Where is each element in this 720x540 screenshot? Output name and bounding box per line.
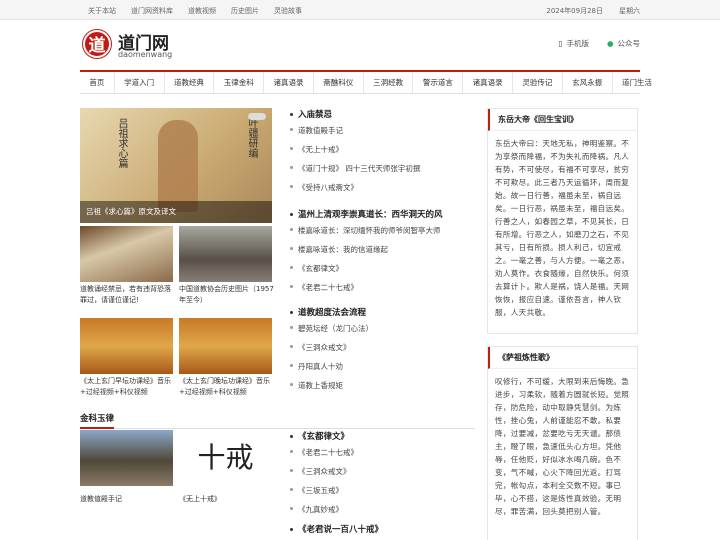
- date: 2024年09月28日: [546, 7, 603, 15]
- list-item[interactable]: 楼嘉咏道长：我的信道缘起: [290, 244, 443, 263]
- thumb-image[interactable]: [80, 318, 173, 374]
- list-item[interactable]: 道教值殿手记: [290, 125, 420, 144]
- list-item[interactable]: 碧苑坛经（龙门心法）: [290, 323, 373, 342]
- list-item[interactable]: 《九真妙戒》: [290, 504, 383, 523]
- thumb-image[interactable]: [80, 226, 173, 282]
- mobile-link[interactable]: ▯ 手机版: [558, 38, 589, 49]
- thumb-caption[interactable]: 道教诵经禁忌，若有违背恐落罪过，请谨位谨记!: [80, 284, 175, 306]
- nav-item[interactable]: 诸真语录: [463, 72, 514, 93]
- site-logo[interactable]: 道: [83, 30, 111, 58]
- nav-item[interactable]: 玉律金科: [214, 72, 265, 93]
- sidebar-box-1: 东岳大帝《回生宝训》 东岳大帝曰：天地无私，神明鉴察。不为享祭而降福，不为失礼而…: [487, 108, 638, 334]
- site-en-name: daomenwang: [118, 50, 173, 59]
- thumb-caption[interactable]: 中国道教协会历史图片（1957年至今）: [179, 284, 274, 306]
- top-link[interactable]: 道门网资料库: [131, 6, 173, 16]
- thumb-image[interactable]: [179, 226, 272, 282]
- list-title[interactable]: 温州上清观李崇真道长：西华洞天的风: [290, 208, 443, 225]
- thumb-caption[interactable]: 《无上十戒》: [179, 494, 274, 505]
- sidebar-box-title[interactable]: 东岳大帝《回生宝训》: [488, 109, 637, 131]
- thumb-caption[interactable]: 道教值殿手记: [80, 494, 175, 505]
- hero-caption[interactable]: 吕祖《求心篇》原文及译文: [80, 201, 272, 223]
- nav-item[interactable]: 道门生活: [613, 72, 662, 93]
- list-item[interactable]: 《玄都律文》: [290, 263, 443, 282]
- section-title-text: 金科玉律: [80, 414, 115, 429]
- top-bar: 关于本站 道门网资料库 道教视频 历史图片 灵验故事 2024年09月28日 星…: [0, 0, 720, 20]
- hero-figure: [158, 120, 198, 212]
- list-item[interactable]: 《老君二十七戒》: [290, 282, 443, 301]
- nav-item[interactable]: 首页: [80, 72, 115, 93]
- weekday: 星期六: [619, 7, 640, 15]
- list-title[interactable]: 入庙禁忌: [290, 108, 420, 125]
- top-link[interactable]: 历史图片: [231, 6, 259, 16]
- slider-dots[interactable]: [248, 113, 266, 120]
- top-link[interactable]: 灵验故事: [274, 6, 302, 16]
- section-title[interactable]: 金科玉律: [80, 412, 475, 429]
- wechat-icon: ●: [606, 39, 614, 48]
- thumb-image[interactable]: 十戒: [179, 430, 272, 486]
- list-item[interactable]: 《老君二十七戒》: [290, 447, 383, 466]
- nav-item[interactable]: 诸真语录: [264, 72, 314, 93]
- hero-calligraphy: 吕祖求心篇: [116, 118, 127, 168]
- top-links: 关于本站 道门网资料库 道教视频 历史图片 灵验故事: [88, 6, 302, 16]
- nav-item[interactable]: 玄风永振: [563, 72, 613, 93]
- thumb-caption[interactable]: 《太上玄门早坛功课经》音乐+过经视频+科仪视频: [80, 376, 175, 398]
- thumb-image[interactable]: [179, 318, 272, 374]
- article-list-2: 温州上清观李崇真道长：西华洞天的风 楼嘉咏道长：深切缅怀我的师爷闵智亭大师 楼嘉…: [290, 208, 443, 301]
- thumb-image[interactable]: [80, 430, 173, 486]
- list-item[interactable]: 丹阳真人十劝: [290, 361, 373, 380]
- nav-item[interactable]: 警示道言: [413, 72, 464, 93]
- article-list-4: 《玄都律文》 《老君二十七戒》 《三洞众戒文》 《三坂五戒》 《九真妙戒》 《老…: [290, 430, 383, 540]
- nav-item[interactable]: 灵验传记: [513, 72, 563, 93]
- nav-item[interactable]: 道教经典: [165, 72, 215, 93]
- header: 道 道门网 daomenwang ▯ 手机版 ● 公众号: [80, 20, 640, 70]
- hero-slide[interactable]: 吕祖求心篇 叶疆研编 吕祖《求心篇》原文及译文: [80, 108, 272, 223]
- thumb-caption[interactable]: 《太上玄门晚坛功课经》音乐+过经视频+科仪视频: [179, 376, 274, 398]
- hero-calligraphy: 叶疆研编: [246, 118, 257, 158]
- list-item[interactable]: 楼嘉咏道长：深切缅怀我的师爷闵智亭大师: [290, 225, 443, 244]
- sidebar-box-2: 《萨祖炼性歌》 叹修行，不可缓，大限到来后悔晚。急进步，习柔软，随着方圆就长短。…: [487, 346, 638, 540]
- wechat-label: 公众号: [617, 39, 641, 48]
- sidebar-box-title[interactable]: 《萨祖炼性歌》: [488, 347, 637, 369]
- article-list-1: 入庙禁忌 道教值殿手记 《无上十戒》 《道门十规》 四十三代天师张宇初撰 《受持…: [290, 108, 420, 201]
- list-item[interactable]: 《无上十戒》: [290, 144, 420, 163]
- top-link[interactable]: 关于本站: [88, 6, 116, 16]
- list-item[interactable]: 《老君说一百八十戒》: [290, 523, 383, 540]
- nav-item[interactable]: 学道入门: [115, 72, 165, 93]
- wechat-link[interactable]: ● 公众号: [607, 38, 640, 49]
- list-item[interactable]: 《三洞众戒文》: [290, 466, 383, 485]
- list-item[interactable]: 《三洞众戒文》: [290, 342, 373, 361]
- top-link[interactable]: 道教视频: [188, 6, 216, 16]
- mobile-label: 手机版: [566, 39, 589, 48]
- nav-item[interactable]: 三洞经教: [364, 72, 414, 93]
- list-item[interactable]: 《玄都律文》: [290, 430, 383, 447]
- article-list-3: 道教超度法会流程 碧苑坛经（龙门心法） 《三洞众戒文》 丹阳真人十劝 道教上香规…: [290, 306, 373, 399]
- main-nav: 首页 学道入门 道教经典 玉律金科 诸真语录 斋醮科仪 三洞经教 警示道言 诸真…: [80, 70, 652, 94]
- list-item[interactable]: 《三坂五戒》: [290, 485, 383, 504]
- list-title[interactable]: 道教超度法会流程: [290, 306, 373, 323]
- sidebar-box-content: 叹修行，不可缓，大限到来后悔晚。急进步，习柔软，随着方圆就长短。觉照存，防危险，…: [495, 377, 630, 516]
- phone-icon: ▯: [558, 39, 563, 48]
- list-item[interactable]: 《受持八戒斋文》: [290, 182, 420, 201]
- list-item[interactable]: 《道门十规》 四十三代天师张宇初撰: [290, 163, 420, 182]
- sidebar-box-content: 东岳大帝曰：天地无私，神明鉴察。不为享祭而降福，不为失礼而降祸。凡人有势，不可使…: [495, 139, 630, 317]
- nav-item[interactable]: 斋醮科仪: [314, 72, 364, 93]
- list-item[interactable]: 道教上香规矩: [290, 380, 373, 399]
